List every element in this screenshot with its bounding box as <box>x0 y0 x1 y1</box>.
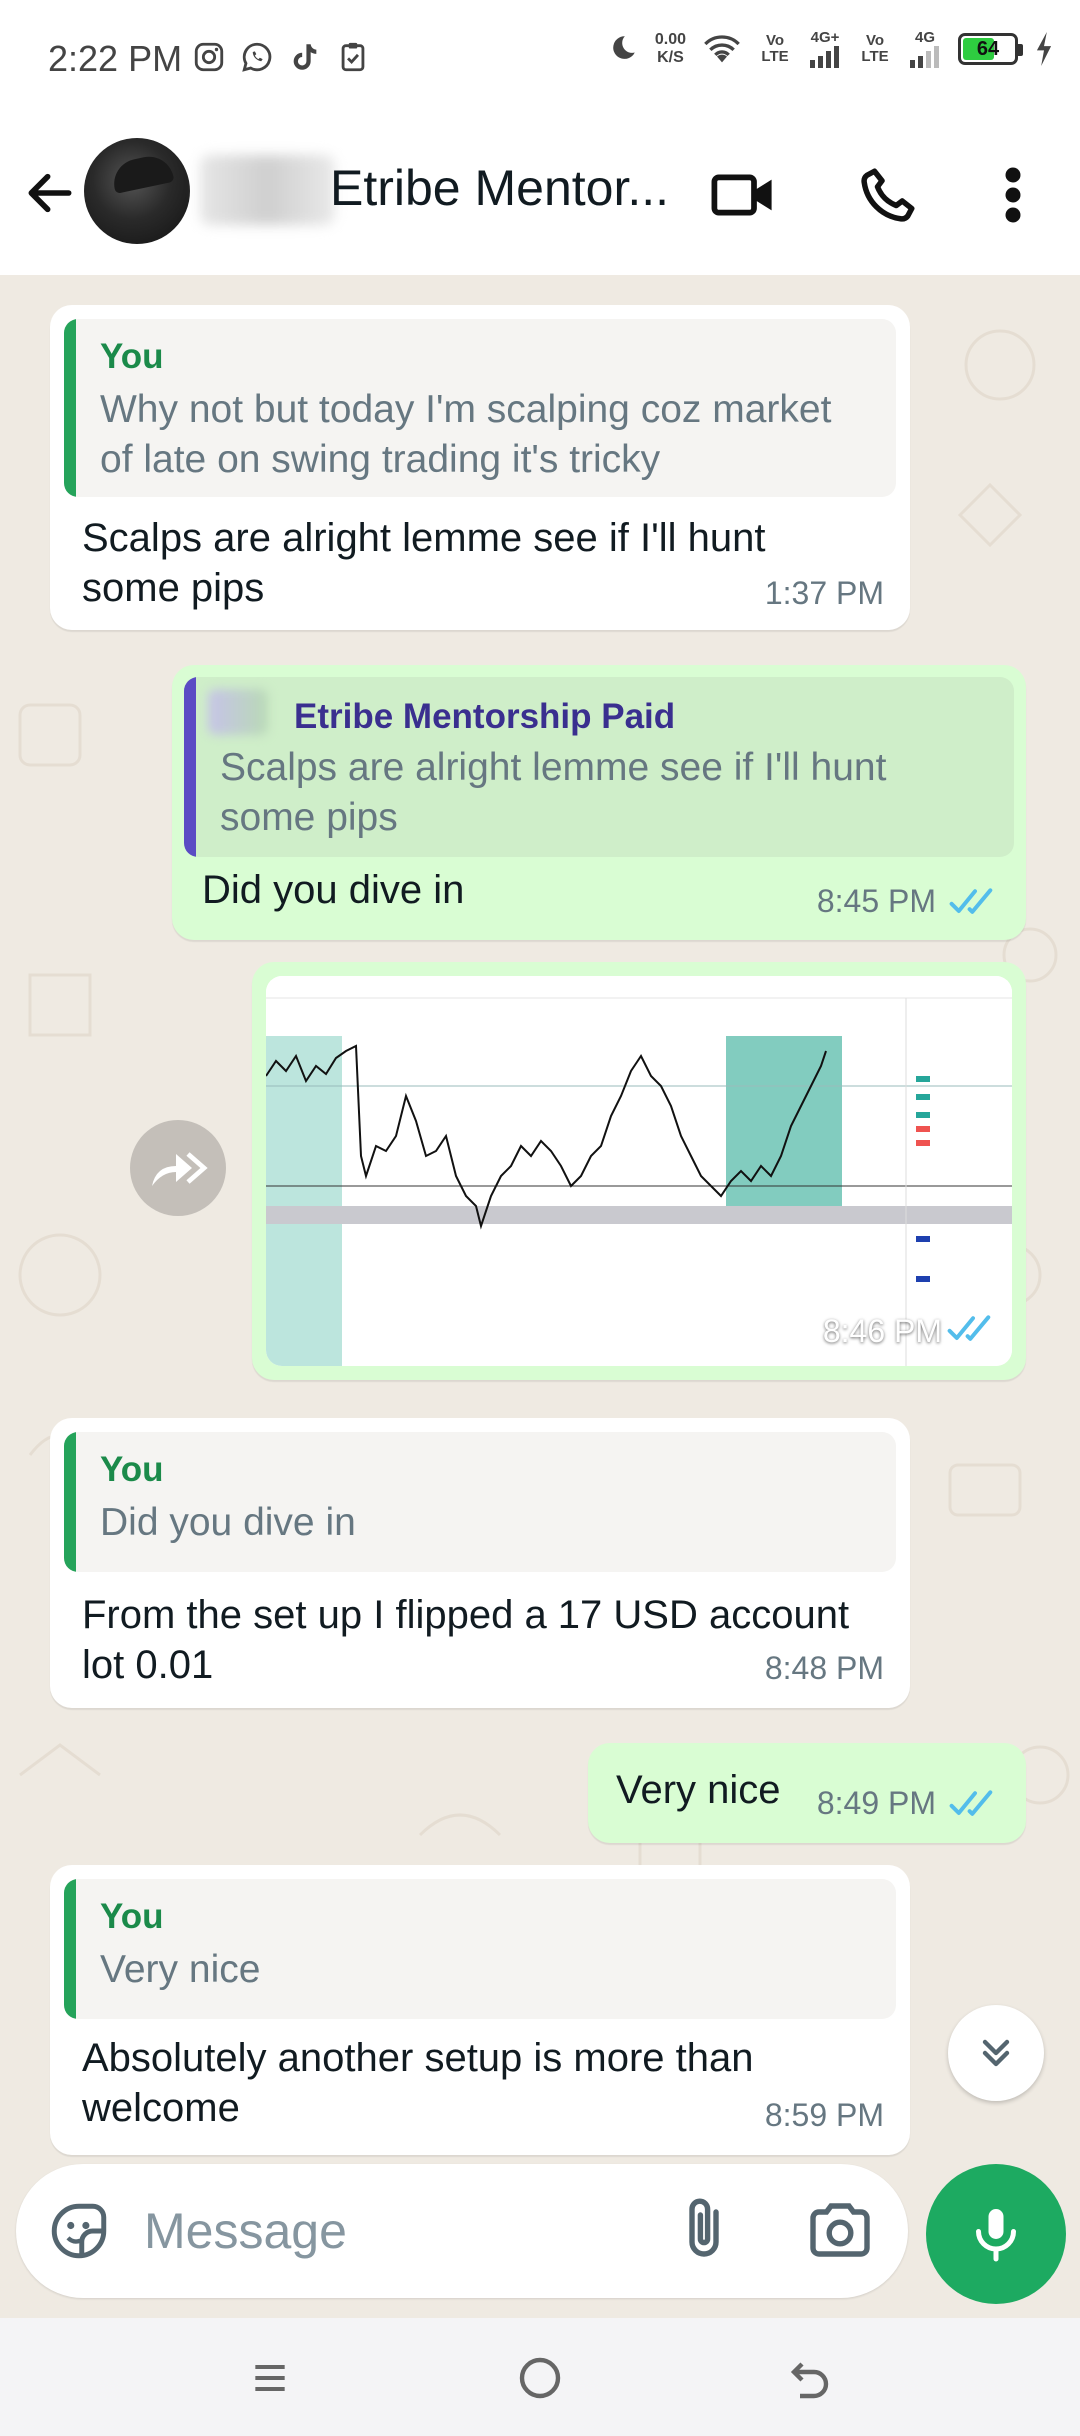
message-incoming[interactable]: You Why not but today I'm scalping coz m… <box>50 305 910 630</box>
quote-name-redaction <box>208 689 268 735</box>
status-bar: 2:22 PM 0.00 K/S Vo LTE 4G+ Vo LTE 4G 64 <box>0 0 1080 115</box>
video-call-button[interactable] <box>703 155 783 235</box>
quoted-message[interactable]: You Did you dive in <box>64 1432 896 1572</box>
signal-icon <box>910 46 939 68</box>
quote-author: You <box>100 337 164 376</box>
message-composer[interactable]: Message <box>16 2164 908 2298</box>
video-call-icon <box>711 174 772 216</box>
wifi-icon <box>704 35 740 63</box>
message-image-outgoing[interactable]: 8:46 PM <box>252 962 1026 1380</box>
message-text: Scalps are alright lemme see if I'll hun… <box>82 516 766 610</box>
quote-bar <box>64 1879 76 2019</box>
system-back-button[interactable] <box>780 2348 840 2408</box>
message-time: 8:59 PM <box>764 2097 884 2133</box>
battery-indicator: 64 <box>958 33 1023 65</box>
contact-name-redaction <box>200 155 335 225</box>
quote-bar <box>184 677 196 857</box>
quote-text: Very nice <box>100 1948 261 1991</box>
quoted-message[interactable]: Etribe Mentorship Paid Scalps are alrigh… <box>184 677 1014 857</box>
system-nav-bar <box>0 2318 1080 2436</box>
more-options-button[interactable] <box>973 155 1053 235</box>
recents-button[interactable] <box>240 2348 300 2408</box>
message-incoming[interactable]: You Did you dive in From the set up I fl… <box>50 1418 910 1708</box>
double-chevron-down-icon <box>982 2039 1010 2067</box>
contact-avatar[interactable] <box>84 138 190 244</box>
trading-chart-image <box>266 976 1012 1366</box>
notification-icons <box>192 40 370 74</box>
sticker-icon <box>51 2203 107 2259</box>
message-text: Very nice <box>616 1768 781 1812</box>
quote-text: Scalps are alright lemme see if I'll hun… <box>220 746 887 839</box>
home-button[interactable] <box>510 2348 570 2408</box>
quote-author: Etribe Mentorship Paid <box>294 697 676 736</box>
voice-record-button[interactable] <box>926 2164 1066 2304</box>
quote-text: Did you dive in <box>100 1501 356 1544</box>
quote-author: You <box>100 1897 164 1936</box>
network-2-gen: 4G <box>914 29 935 46</box>
menu-lines-icon <box>255 2364 285 2392</box>
network-2-label: Vo LTE <box>861 32 889 65</box>
network-speed: 0.00 K/S <box>655 31 686 67</box>
return-arrow-icon <box>790 2362 829 2399</box>
signal-icon <box>810 46 839 68</box>
moon-icon <box>613 36 635 59</box>
forward-icon <box>152 1152 208 1186</box>
quoted-message[interactable]: You Why not but today I'm scalping coz m… <box>64 319 896 497</box>
chart-screenshot[interactable]: 8:46 PM <box>266 976 1012 1366</box>
scroll-to-bottom-button[interactable] <box>948 2005 1044 2101</box>
quote-bar <box>64 1432 76 1572</box>
more-vert-icon <box>1005 167 1021 223</box>
speed-value: 0.00 <box>654 31 686 48</box>
mic-icon <box>976 2209 1016 2262</box>
sticker-button[interactable] <box>46 2198 112 2264</box>
chat-area[interactable]: You Why not but today I'm scalping coz m… <box>0 275 1080 2160</box>
message-time: 8:46 PM <box>822 1313 942 1349</box>
quote-bar <box>64 319 76 497</box>
whatsapp-icon <box>242 42 272 72</box>
back-arrow-icon <box>28 173 72 213</box>
attach-button[interactable] <box>668 2194 740 2266</box>
quote-author: You <box>100 1450 164 1489</box>
quote-text: Why not but today I'm scalping coz marke… <box>100 388 832 481</box>
read-ticks-icon <box>949 888 993 914</box>
read-ticks-icon <box>947 1315 991 1341</box>
message-text: From the set up I flipped a 17 USD accou… <box>82 1593 850 1687</box>
message-outgoing[interactable]: Very nice 8:49 PM <box>588 1743 1026 1843</box>
camera-button[interactable] <box>804 2194 876 2266</box>
status-right: 0.00 K/S Vo LTE 4G+ Vo LTE 4G 64 <box>605 30 1054 68</box>
forward-button[interactable] <box>130 1120 226 1216</box>
contact-name[interactable]: Etribe Mentor... <box>330 159 669 217</box>
network-1-gen: 4G+ <box>810 29 840 46</box>
attach-icon <box>689 2198 719 2257</box>
signal-1: 4G+ <box>808 30 842 68</box>
speed-unit: K/S <box>657 49 684 66</box>
camera-icon <box>810 2203 870 2257</box>
phone-icon <box>861 168 915 222</box>
message-incoming[interactable]: You Very nice Absolutely another setup i… <box>50 1865 910 2155</box>
message-time: 8:48 PM <box>764 1650 884 1686</box>
charging-icon <box>1036 32 1052 66</box>
chat-header: Etribe Mentor... <box>0 115 1080 275</box>
home-circle-icon <box>519 2357 561 2399</box>
battery-percent: 64 <box>976 38 1000 60</box>
message-text: Did you dive in <box>202 868 465 912</box>
clipboard-icon <box>341 42 365 72</box>
message-text: Absolutely another setup is more than we… <box>82 2036 754 2130</box>
back-button[interactable] <box>22 165 78 221</box>
status-time: 2:22 PM <box>48 38 183 79</box>
message-time: 1:37 PM <box>764 575 884 611</box>
message-input[interactable]: Message <box>144 2202 347 2260</box>
network-1-label: Vo LTE <box>761 32 789 65</box>
tiktok-icon <box>293 44 317 70</box>
instagram-icon <box>194 42 224 72</box>
read-ticks-icon <box>949 1790 993 1816</box>
message-time: 8:49 PM <box>816 1785 936 1821</box>
message-time: 8:45 PM <box>816 883 936 919</box>
message-outgoing[interactable]: Etribe Mentorship Paid Scalps are alrigh… <box>172 665 1026 940</box>
quoted-message[interactable]: You Very nice <box>64 1879 896 2019</box>
voice-call-button[interactable] <box>848 155 928 235</box>
signal-2: 4G <box>908 30 942 68</box>
